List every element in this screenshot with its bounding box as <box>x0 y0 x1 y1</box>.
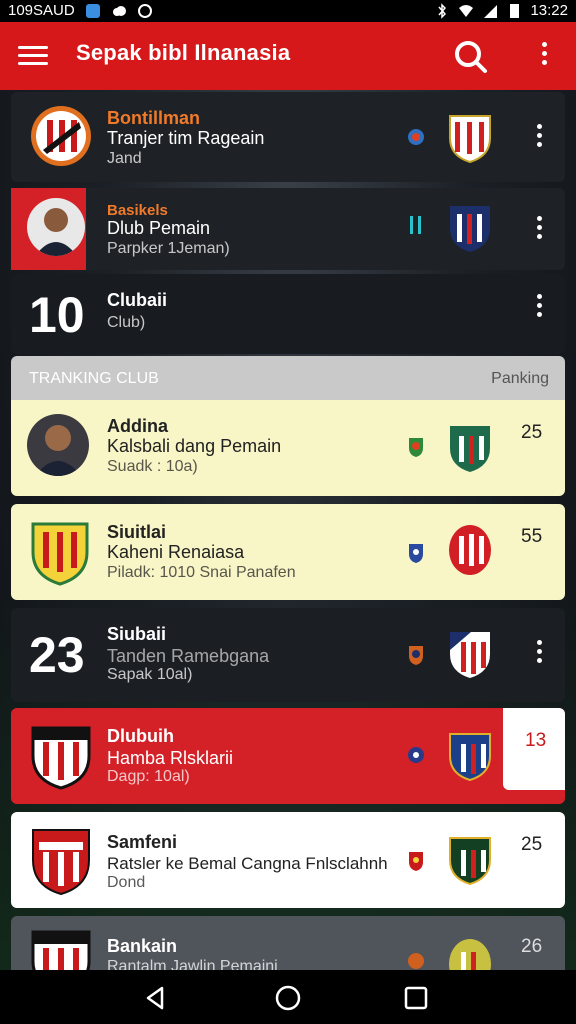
more-options-icon[interactable] <box>533 124 545 150</box>
small-badge-icon <box>409 852 423 871</box>
item-subtitle: Sapak 10al) <box>107 666 193 683</box>
avatar <box>27 198 85 256</box>
ranking-section-header: TRANKING CLUB Panking <box>11 356 565 400</box>
small-badge-icon <box>409 646 423 665</box>
club-number: 23 <box>29 627 85 683</box>
signal-icon <box>484 4 498 18</box>
card-title: Clubaii <box>107 290 168 310</box>
item-label: Dlubuih <box>107 726 174 746</box>
club-crest-icon <box>449 939 491 970</box>
rank-value: 25 <box>521 834 543 855</box>
ranking-item[interactable]: Siuitlai Kaheni Renaiasa Piladk: 1010 Sn… <box>11 504 565 600</box>
item-subtitle: Rantalm Jawlin Pemaini <box>107 958 278 970</box>
item-label: Siuitlai <box>107 522 167 542</box>
item-subtitle: Suadk : 10a) <box>107 458 198 475</box>
club-crest-icon <box>449 525 491 575</box>
club-crest-icon <box>449 115 491 164</box>
card-label: Bontillman <box>107 108 200 128</box>
status-bar: 109SAUD 13:22 <box>0 0 576 22</box>
item-subtitle: Dagp: 10al) <box>107 768 190 785</box>
club-crest-icon <box>31 930 91 970</box>
player-card[interactable]: Basikels Dlub Pemain Parpker 1Jeman) <box>11 188 565 270</box>
small-badge-icon <box>408 953 424 969</box>
bluetooth-icon <box>438 2 447 19</box>
card-title: Dlub Pemain <box>107 218 211 238</box>
club-crest-icon <box>450 426 490 472</box>
avatar <box>27 414 89 476</box>
battery-icon <box>510 3 520 18</box>
app-bar: Sepak bibl Ilnanasia <box>0 22 576 90</box>
ranking-item[interactable]: 23 Siubaii Tanden Ramebgana Sapak 10al) <box>11 608 565 702</box>
club-crest-icon <box>449 733 491 782</box>
club-crest-icon <box>450 206 490 252</box>
rank-value: 13 <box>525 730 547 751</box>
club-crest-icon <box>31 106 91 166</box>
menu-icon[interactable] <box>18 42 48 70</box>
club-crest-icon <box>32 829 90 896</box>
rank-value: 26 <box>521 936 543 957</box>
small-badge-icon <box>410 216 421 234</box>
section-sort-label[interactable]: Panking <box>491 370 549 388</box>
small-badge-icon <box>409 438 423 457</box>
recents-icon[interactable] <box>402 984 430 1012</box>
club-crest-icon <box>31 522 89 586</box>
navigation-bar <box>0 970 576 1024</box>
more-options-icon[interactable] <box>533 640 545 666</box>
ranking-item[interactable]: Bankain Rantalm Jawlin Pemaini 26 <box>11 916 565 970</box>
ranking-item[interactable]: Addina Kalsbali dang Pemain Suadk : 10a)… <box>11 400 565 496</box>
ranking-item[interactable]: Dlubuih Hamba Rlsklarii Dagp: 10al) 13 <box>11 708 565 804</box>
item-title: Hamba Rlsklarii <box>107 748 234 768</box>
rank-value: 55 <box>521 526 543 547</box>
item-label: Siubaii <box>107 624 167 644</box>
card-title: Tranjer tim Rageain <box>107 128 265 148</box>
item-label: Addina <box>107 416 168 436</box>
club-card[interactable]: Bontillman Tranjer tim Rageain Jand <box>11 92 565 182</box>
ranking-item[interactable]: Samfeni Ratsler ke Bemal Cangna Fnlsclah… <box>11 812 565 908</box>
app-icon <box>85 3 100 18</box>
item-title: Kalsbali dang Pemain <box>107 436 282 456</box>
item-title: Kaheni Renaiasa <box>107 542 245 562</box>
app-title: Sepak bibl Ilnanasia <box>76 40 291 65</box>
club-number: 10 <box>29 287 85 343</box>
back-icon[interactable] <box>142 984 170 1012</box>
club-crest-icon <box>449 837 491 886</box>
cloud-icon <box>112 5 126 16</box>
item-title: Tanden Ramebgana <box>107 646 270 666</box>
item-label: Samfeni <box>107 832 178 852</box>
card-subtitle: Jand <box>107 150 142 167</box>
rank-value: 25 <box>521 422 543 443</box>
status-time: 13:22 <box>530 2 568 19</box>
more-options-icon[interactable] <box>532 40 556 72</box>
item-subtitle: Dond <box>107 874 146 891</box>
wifi-icon <box>459 4 474 17</box>
section-title: TRANKING CLUB <box>29 370 159 387</box>
status-text: 109SAUD <box>8 2 75 19</box>
item-label: Bankain <box>107 936 178 956</box>
card-subtitle: Club) <box>107 314 146 331</box>
home-icon[interactable] <box>274 984 302 1012</box>
more-options-icon[interactable] <box>533 216 545 242</box>
small-badge-icon <box>408 129 424 145</box>
item-subtitle: Piladk: 1010 Snai Panafen <box>107 564 296 581</box>
card-label: Basikels <box>107 202 168 219</box>
club-crest-icon <box>31 726 91 790</box>
item-title: Ratsler ke Bemal Cangna Fnlsclahnh <box>107 854 388 873</box>
sync-icon <box>137 3 152 18</box>
small-badge-icon <box>409 544 423 563</box>
club-crest-icon <box>450 632 490 678</box>
card-subtitle: Parpker 1Jeman) <box>107 240 230 257</box>
more-options-icon[interactable] <box>533 294 545 320</box>
small-badge-icon <box>408 747 424 763</box>
club-card[interactable]: 10 Clubaii Club) <box>11 274 565 354</box>
search-icon[interactable] <box>452 38 488 74</box>
